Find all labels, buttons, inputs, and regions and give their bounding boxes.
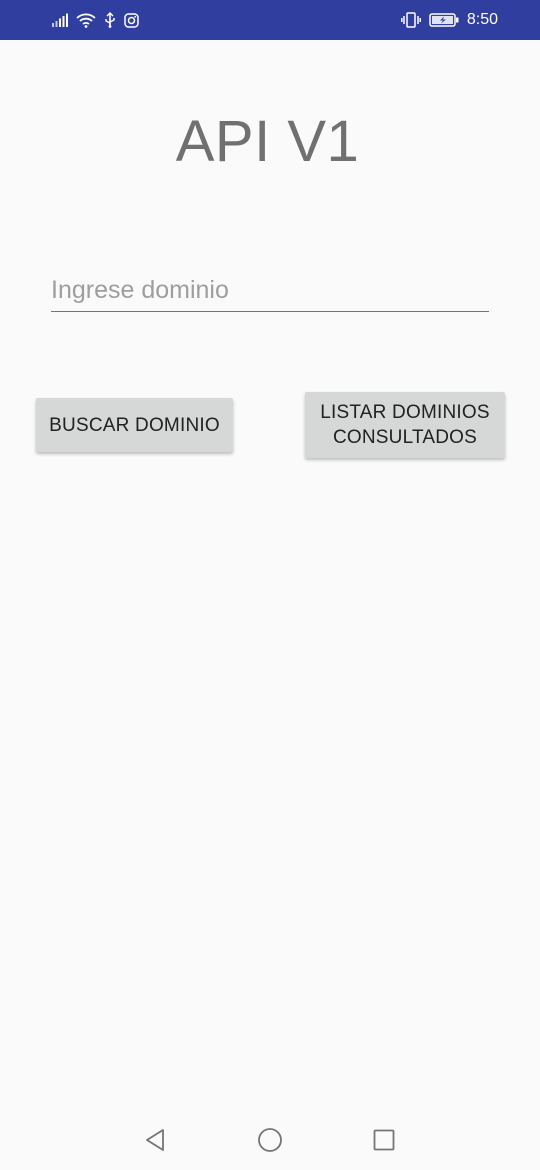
app-screen: 8:50 API V1 BUSCAR DOMINIO LISTAR DOMINI… [0,0,540,1170]
status-time: 8:50 [466,11,498,28]
status-right-icons: 8:50 [400,10,498,30]
home-icon[interactable] [256,1126,284,1154]
navigation-bar [0,1110,540,1170]
status-left-icons [52,10,139,30]
list-domains-button-label-line2: CONSULTADOS [332,427,477,448]
signal-icon [52,13,68,27]
recent-apps-icon[interactable] [370,1126,398,1154]
battery-charging-icon [429,13,459,27]
instagram-icon [124,12,139,28]
list-domains-button-label-line1: LISTAR DOMINIOS [320,402,490,423]
usb-icon [104,12,116,28]
vibrate-icon [400,12,421,28]
wifi-icon [76,13,96,28]
back-icon[interactable] [141,1126,169,1154]
status-bar: 8:50 [0,0,540,40]
search-domain-button[interactable]: BUSCAR DOMINIO [36,398,233,452]
search-domain-button-label: BUSCAR DOMINIO [49,414,220,436]
page-title: API V1 [175,109,360,174]
list-domains-button[interactable]: LISTAR DOMINIOS CONSULTADOS [305,392,505,458]
domain-input[interactable] [51,270,489,312]
